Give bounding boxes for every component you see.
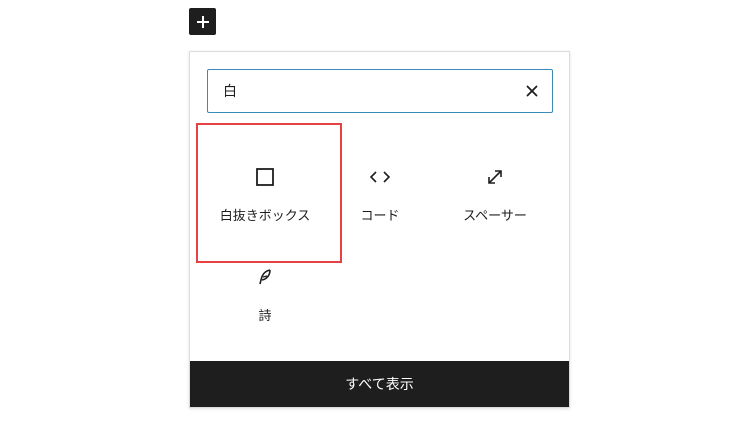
close-icon <box>526 85 538 97</box>
page: 白抜きボックス コード スペーサー <box>0 0 752 423</box>
plus-icon <box>196 15 209 28</box>
block-label: スペーサー <box>463 209 527 224</box>
add-block-button[interactable] <box>189 8 216 35</box>
code-icon <box>368 165 392 189</box>
search-input[interactable] <box>208 70 512 112</box>
block-item-verse[interactable]: 詩 <box>207 233 323 343</box>
show-all-label: すべて表示 <box>345 377 414 393</box>
search-box <box>207 69 553 113</box>
block-label: 白抜きボックス <box>219 209 311 224</box>
resize-arrows-icon <box>483 165 507 189</box>
block-item-outline-box[interactable]: 白抜きボックス <box>207 127 323 237</box>
square-icon <box>253 165 277 189</box>
show-all-button[interactable]: すべて表示 <box>190 361 569 407</box>
clear-search-button[interactable] <box>512 70 552 112</box>
block-item-code[interactable]: コード <box>322 127 438 237</box>
quill-icon <box>253 265 277 289</box>
block-label: 詩 <box>258 309 272 324</box>
block-item-spacer[interactable]: スペーサー <box>437 127 553 237</box>
block-label: コード <box>360 209 400 224</box>
block-inserter-panel: 白抜きボックス コード スペーサー <box>189 51 570 408</box>
